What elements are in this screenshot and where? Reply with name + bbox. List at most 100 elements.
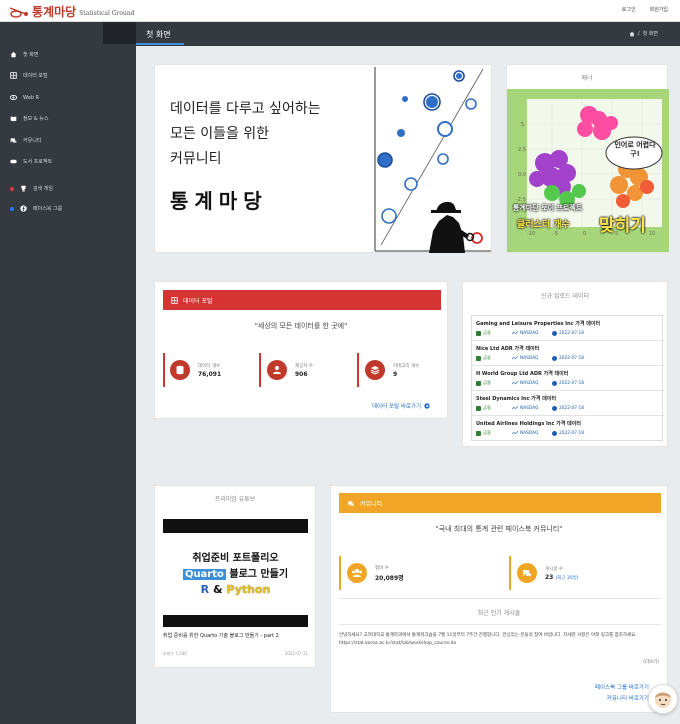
list-item[interactable]: United Airlines Holdings Inc 가격 데이터 금융 N… xyxy=(472,416,664,441)
user-icon xyxy=(267,360,287,380)
community-header: 커뮤니티 xyxy=(339,493,661,513)
sidebar-item-label: 첫 화면 xyxy=(23,52,39,58)
sidebar-item-data-portal[interactable]: 데이터 포털 xyxy=(10,72,48,79)
signup-link[interactable]: 회원가입 xyxy=(650,6,668,13)
more-link[interactable]: (더보기) xyxy=(643,659,659,665)
stat-rule xyxy=(163,353,165,387)
date-tag: 2022-07-18 xyxy=(552,330,584,336)
table-icon xyxy=(10,72,17,79)
stat-rule xyxy=(357,353,359,387)
sidebar-link-facebook[interactable]: 페이스북 그룹 xyxy=(10,205,62,212)
sidebar-link-label: 페이스북 그룹 xyxy=(33,206,63,212)
category-tag: 금융 xyxy=(476,355,512,361)
divider xyxy=(339,598,661,599)
svg-text:-5: -5 xyxy=(553,231,558,237)
thumb-quarto: Quarto xyxy=(182,569,226,580)
book-icon xyxy=(10,115,17,122)
blue-dot-icon xyxy=(10,206,14,211)
stat-label: 데이터 개수 xyxy=(198,363,221,369)
money-icon xyxy=(476,405,481,411)
list-item[interactable]: Steel Dynamics Inc 가격 데이터 금융 NASDAQ 2022… xyxy=(472,391,664,416)
sidebar-item-label: 커뮤니티 xyxy=(23,138,42,144)
new-data-card: 신규 업로드 데이터 Gaming and Leisure Properties… xyxy=(462,281,668,447)
svg-text:5: 5 xyxy=(521,122,524,128)
calendar-icon xyxy=(552,355,557,361)
chart-line-icon xyxy=(512,406,518,410)
hero-line-1: 데이터를 다루고 싶어하는 xyxy=(170,101,321,117)
banner-caption-3: 맞히기 xyxy=(599,216,646,236)
list-item[interactable]: H World Group Ltd ADR 가격 데이터 금융 NASDAQ 2… xyxy=(472,366,664,391)
sidebar-toggle[interactable] xyxy=(103,22,226,44)
youtube-thumbnail[interactable]: 취업준비 포트폴리오 Quarto 블로그 만들기 R & Python xyxy=(163,519,308,627)
logo-title: 통계마당 xyxy=(32,5,77,19)
hero-line-2: 모든 이들을 위한 xyxy=(170,126,270,142)
eye-icon xyxy=(10,94,17,101)
svg-text:0.0: 0.0 xyxy=(518,172,526,178)
logo-subtitle: Statistical Ground xyxy=(79,9,135,17)
breadcrumb-current: 첫 화면 xyxy=(642,31,658,37)
popular-post-text: 안녕하세요? 고려대학교 통계학과에서 통계워크숍을 7월 11일부터 7주간 … xyxy=(339,633,637,646)
exchange-tag: NASDAQ xyxy=(512,431,552,436)
tab-home[interactable]: 첫 화면 xyxy=(146,29,171,40)
svg-text:0: 0 xyxy=(583,231,586,237)
stat-rule xyxy=(339,556,341,590)
stat-value: 76,091 xyxy=(198,370,222,378)
banner-image[interactable]: 5 2.5 0.0 -2.5 -10 -5 0 5 10 인어로 어렵다구! 통계마당 토이 … xyxy=(507,89,669,252)
list-item[interactable]: Gaming and Leisure Properties Inc 가격 데이터… xyxy=(472,316,664,341)
calendar-icon xyxy=(552,330,557,336)
list-item[interactable]: Nice Ltd ADR 가격 데이터 금융 NASDAQ 2022-07-18 xyxy=(472,341,664,366)
hero-card: 데이터를 다루고 싶어하는 모든 이들을 위한 커뮤니티 통계마당 xyxy=(154,64,492,253)
stat-data-count: 데이터 개수 76,091 xyxy=(170,360,221,380)
sidebar-item-label: 도서 프로젝트 xyxy=(23,159,53,165)
sidebar-item-web-r[interactable]: Web R xyxy=(10,94,39,101)
thumb-r: R xyxy=(200,583,210,596)
youtube-card: 프리미엄 유튜브 취업준비 포트폴리오 Quarto 블로그 만들기 R & P… xyxy=(154,485,316,668)
stat-value: 23 xyxy=(545,573,554,581)
svg-text:10: 10 xyxy=(649,231,655,237)
community-link[interactable]: 커뮤니티 바로가기 xyxy=(607,694,649,702)
thumb-python: Python xyxy=(226,583,271,596)
sidebar-item-label: 정보 & 뉴스 xyxy=(23,116,49,122)
logo-icon xyxy=(8,5,30,19)
chart-line-icon xyxy=(512,431,518,435)
chat-helper-button[interactable] xyxy=(648,684,678,714)
site-logo[interactable]: 통계마당 Statistical Ground xyxy=(8,3,135,20)
sidebar-link-search-game[interactable]: 검색 게임 xyxy=(10,185,53,192)
hero-brand: 통계마당 xyxy=(170,189,268,213)
trophy-icon xyxy=(20,185,27,192)
stat-label: 제공자 수 xyxy=(295,363,313,369)
community-quote: "국내 최대의 통계 관련 페이스북 커뮤니티" xyxy=(435,525,563,533)
breadcrumb-home-icon[interactable] xyxy=(629,31,635,37)
banner-card: 배너 5 2.5 0.0 -2.5 -10 -5 0 5 10 인어로 어렵다구… xyxy=(506,64,669,253)
sidebar-item-book-project[interactable]: 도서 프로젝트 xyxy=(10,158,52,165)
calendar-icon xyxy=(552,430,557,436)
sidebar-item-info-news[interactable]: 정보 & 뉴스 xyxy=(10,115,48,122)
facebook-group-link[interactable]: 페이스북 그룹 바로가기 xyxy=(595,683,649,691)
hero-illustration xyxy=(374,67,491,253)
hero-line-3: 커뮤니티 xyxy=(170,151,222,167)
data-portal-quote: "세상의 모든 데이터를 한 곳에" xyxy=(254,322,348,330)
main-header: 첫 화면 / 첫 화면 xyxy=(136,22,680,46)
data-portal-title: 데이터 포털 xyxy=(183,297,213,305)
sidebar-item-community[interactable]: 커뮤니티 xyxy=(10,137,41,144)
login-link[interactable]: 로그인 xyxy=(622,6,636,13)
red-dot-icon xyxy=(10,186,14,191)
home-icon xyxy=(10,51,17,58)
list-item-title: Nice Ltd ADR 가격 데이터 xyxy=(476,346,540,352)
stat-rule xyxy=(259,353,261,387)
pill-icon xyxy=(10,158,17,165)
money-icon xyxy=(476,380,481,386)
exchange-tag: NASDAQ xyxy=(512,406,552,411)
sidebar-item-home[interactable]: 첫 화면 xyxy=(10,51,38,58)
new-data-list: Gaming and Leisure Properties Inc 가격 데이터… xyxy=(471,315,664,441)
data-portal-link[interactable]: 데이터 포털 바로가기 xyxy=(372,402,430,410)
money-icon xyxy=(476,330,481,336)
data-portal-link-label: 데이터 포털 바로가기 xyxy=(372,404,422,410)
chart-line-icon xyxy=(512,381,518,385)
video-title[interactable]: 취업 준비를 위한 Quarto 기술 블로그 만들기 - part 2 xyxy=(163,633,303,640)
stat-value: 9 xyxy=(393,370,398,378)
sidebar: 첫 화면 데이터 포털 Web R 정보 & 뉴스 커뮤니티 도서 프로젝트 검… xyxy=(0,22,226,724)
list-item-title: Gaming and Leisure Properties Inc 가격 데이터 xyxy=(476,321,601,327)
money-icon xyxy=(476,430,481,436)
community-title: 커뮤니티 xyxy=(360,500,383,508)
